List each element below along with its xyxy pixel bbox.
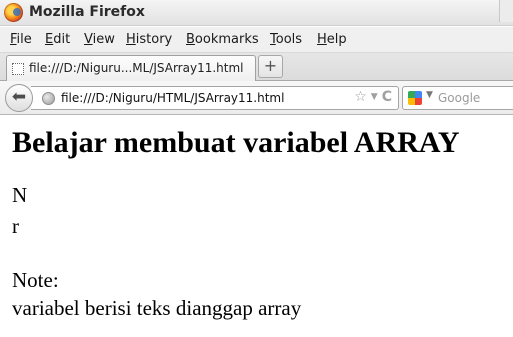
menu-help[interactable]: Help <box>317 32 347 47</box>
output-line-1: N <box>12 183 28 207</box>
url-text[interactable]: file:///D:/Niguru/HTML/JSArray11.html <box>61 91 331 105</box>
search-engine-dropdown-icon[interactable]: ▼ <box>426 90 433 100</box>
page-heading: Belajar membuat variabel ARRAY <box>12 126 460 159</box>
tab-active[interactable]: file:///D:/Niguru...ML/JSArray11.html <box>6 55 256 81</box>
new-tab-button[interactable]: + <box>258 55 283 78</box>
tab-label: file:///D:/Niguru...ML/JSArray11.html <box>29 61 244 75</box>
menu-bookmarks[interactable]: Bookmarks <box>186 32 259 47</box>
title-bar: Mozilla Firefox <box>0 0 513 26</box>
window-title: Mozilla Firefox <box>29 4 145 20</box>
reload-icon[interactable]: C <box>382 89 392 105</box>
navigation-bar: file:///D:/Niguru/HTML/JSArray11.html ☆ ▼… <box>0 81 513 115</box>
menu-history[interactable]: History <box>126 32 172 47</box>
back-arrow-icon: ⬅ <box>11 87 27 107</box>
note-label: Note: <box>12 268 59 292</box>
page-favicon-icon <box>12 63 24 75</box>
bookmark-star-icon[interactable]: ☆ <box>354 89 367 105</box>
search-box[interactable]: ▼ Google <box>402 86 513 110</box>
window-control-button[interactable] <box>499 0 513 22</box>
page-content: Belajar membuat variabel ARRAY N r Note:… <box>0 116 513 337</box>
url-dropdown-icon[interactable]: ▼ <box>371 92 378 102</box>
firefox-logo-icon <box>4 3 23 22</box>
url-bar[interactable]: file:///D:/Niguru/HTML/JSArray11.html ☆ ▼… <box>31 86 399 110</box>
note-text: variabel berisi teks dianggap array <box>12 296 302 320</box>
google-search-engine-icon[interactable] <box>408 91 422 105</box>
globe-icon <box>42 92 55 105</box>
menu-bar: File Edit View History Bookmarks Tools H… <box>0 27 513 53</box>
output-line-2: r <box>12 214 19 238</box>
search-placeholder[interactable]: Google <box>438 91 480 105</box>
menu-edit[interactable]: Edit <box>45 32 70 47</box>
back-button[interactable]: ⬅ <box>5 84 33 112</box>
menu-view[interactable]: View <box>84 32 115 47</box>
menu-file[interactable]: File <box>10 32 32 47</box>
tab-strip: file:///D:/Niguru...ML/JSArray11.html + <box>0 53 513 81</box>
menu-tools[interactable]: Tools <box>270 32 302 47</box>
